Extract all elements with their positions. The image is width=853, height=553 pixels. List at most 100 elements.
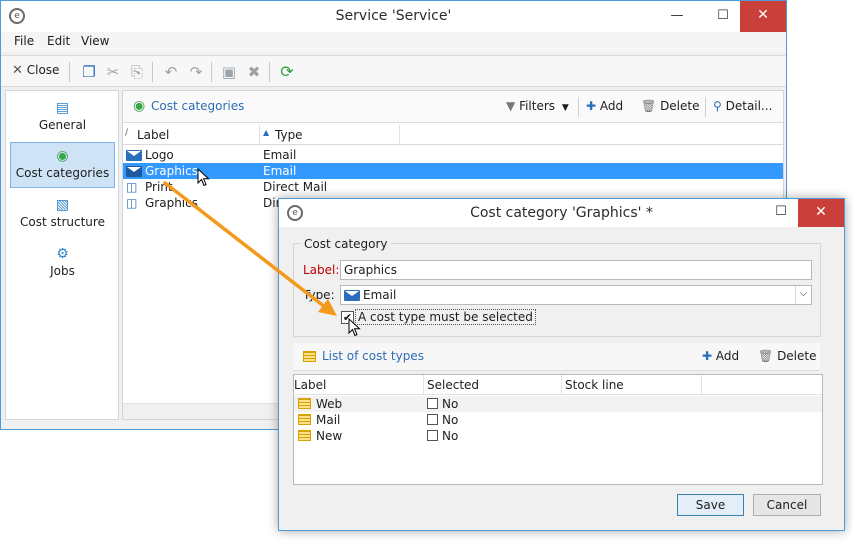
direct-mail-icon: ◫ [126,196,138,210]
add-icon: ✚ [702,349,713,363]
cut-icon[interactable]: ✂ [104,63,122,81]
menu-file[interactable]: File [14,34,34,48]
window-close-button[interactable]: ✕ [740,1,786,32]
delete-category-button[interactable]: 🗑 Delete [641,99,700,113]
main-toolbar: ✕ Close ❐ ✂ ⎘ ↶ ↷ ▣ ✖ ⟳ [1,55,786,87]
app-icon: e [9,8,25,24]
list-item[interactable]: Mail No [294,412,822,428]
redo-icon[interactable]: ↷ [187,63,205,81]
dialog-titlebar: e Cost category 'Graphics' * ☐ ✕ [279,199,844,227]
table-row[interactable]: ◫ Print Direct Mail [123,179,783,195]
main-window-title: Service 'Service' [335,8,452,24]
column-divider[interactable] [259,125,260,145]
grid-header: Label Selected Stock line [294,375,822,395]
toolbar-separator [69,62,70,82]
maximize-button[interactable]: ☐ [764,199,798,227]
column-divider[interactable] [423,375,424,395]
type-value: Email [363,288,397,302]
menu-edit[interactable]: Edit [47,34,70,48]
label-input[interactable] [340,260,812,280]
toolbar-separator [211,62,212,82]
copy-icon[interactable]: ❐ [80,63,98,81]
label-field-label: Label: [303,263,340,277]
table-row[interactable]: Logo Email [123,147,783,163]
column-divider[interactable] [561,375,562,395]
row-label: Print [145,180,173,194]
column-header-type[interactable]: Type [275,128,303,142]
chevron-down-icon: ▼ [561,103,569,113]
sidebar-item-general[interactable]: ▤ General [10,95,115,141]
undo-icon[interactable]: ↶ [162,63,180,81]
column-header-label[interactable]: Label [137,128,169,142]
panel-title: Cost categories [151,99,245,113]
magnifier-icon: ⚲ [713,99,722,113]
grid-header: / Label ▲ Type [123,125,783,145]
gears-icon: ⚙ [56,246,69,262]
cancel-button[interactable]: Cancel [753,494,821,516]
panel-separator [578,97,579,117]
row-label: Web [316,397,343,411]
cost-types-list-header: List of cost types ✚ Add 🗑 Delete [293,343,820,371]
sidebar-item-label: General [38,118,87,132]
list-item[interactable]: New No [294,428,822,444]
list-item[interactable]: Web No [294,396,822,412]
row-type: Email [263,148,297,162]
email-icon [126,166,142,177]
sidebar: ▤ General ◉ Cost categories ▧ Cost struc… [5,90,119,420]
row-selected-value: No [442,413,459,427]
menu-view[interactable]: View [81,34,109,48]
sort-ascending-icon: ▲ [263,128,270,137]
paste-icon[interactable]: ⎘ [128,63,146,81]
filters-button[interactable]: ▼ Filters ▼ [506,99,569,113]
row-label: Graphics [145,196,198,210]
trash-icon: 🗑 [758,349,774,363]
selected-checkbox[interactable] [427,414,438,425]
row-type: Email [263,164,297,178]
table-row-selected[interactable]: Graphics Email [123,163,783,179]
column-header-label[interactable]: Label [294,378,326,392]
detail-button[interactable]: ⚲ Detail... [713,99,772,113]
delete-cost-type-button[interactable]: 🗑 Delete [758,349,817,363]
refresh-icon[interactable]: ⟳ [278,63,296,81]
column-divider[interactable] [399,125,400,145]
list-title: List of cost types [322,349,424,363]
row-label: Graphics [145,164,198,178]
row-label: New [316,429,343,443]
cancel-circle-icon[interactable]: ✖ [245,63,263,81]
mouse-cursor-icon [348,318,361,337]
sidebar-item-cost-categories[interactable]: ◉ Cost categories [10,142,115,188]
minimize-button[interactable]: — [660,1,694,32]
checkbox-label[interactable]: A cost type must be selected [355,309,536,325]
type-combo[interactable]: Email ⌵ [340,285,812,305]
add-label: Add [599,99,624,113]
selected-checkbox[interactable] [427,398,438,409]
save-button[interactable]: Save [677,494,744,516]
column-sort-marker: / [125,128,129,138]
panel-separator [705,97,706,117]
maximize-button[interactable]: ☐ [706,1,740,32]
column-header-stock-line[interactable]: Stock line [565,378,624,392]
menubar: File Edit View [1,32,786,52]
toolbar-close-button[interactable]: ✕ Close [12,63,59,78]
money-pin-icon: ◉ [133,98,146,114]
mouse-cursor-icon [197,168,210,187]
delete-label: Delete [660,99,700,113]
email-icon [344,290,360,301]
toolbar-separator [152,62,153,82]
selected-checkbox[interactable] [427,430,438,441]
column-header-selected[interactable]: Selected [427,378,479,392]
add-icon: ✚ [586,99,597,113]
toolbar-separator [269,62,270,82]
chevron-down-icon[interactable]: ⌵ [795,286,811,304]
sidebar-item-jobs[interactable]: ⚙ Jobs [10,241,115,287]
add-category-button[interactable]: ✚ Add [586,99,623,113]
column-divider[interactable] [701,375,702,395]
panel-header: ◉ Cost categories ▼ Filters ▼ ✚ Add 🗑 De… [123,91,783,123]
dialog-title: Cost category 'Graphics' * [470,205,653,221]
dialog-close-button[interactable]: ✕ [798,199,844,227]
email-icon [126,150,142,161]
add-cost-type-button[interactable]: ✚ Add [702,349,739,363]
list-icon [298,430,311,441]
save-icon[interactable]: ▣ [220,63,238,81]
sidebar-item-cost-structure[interactable]: ▧ Cost structure [10,192,115,238]
